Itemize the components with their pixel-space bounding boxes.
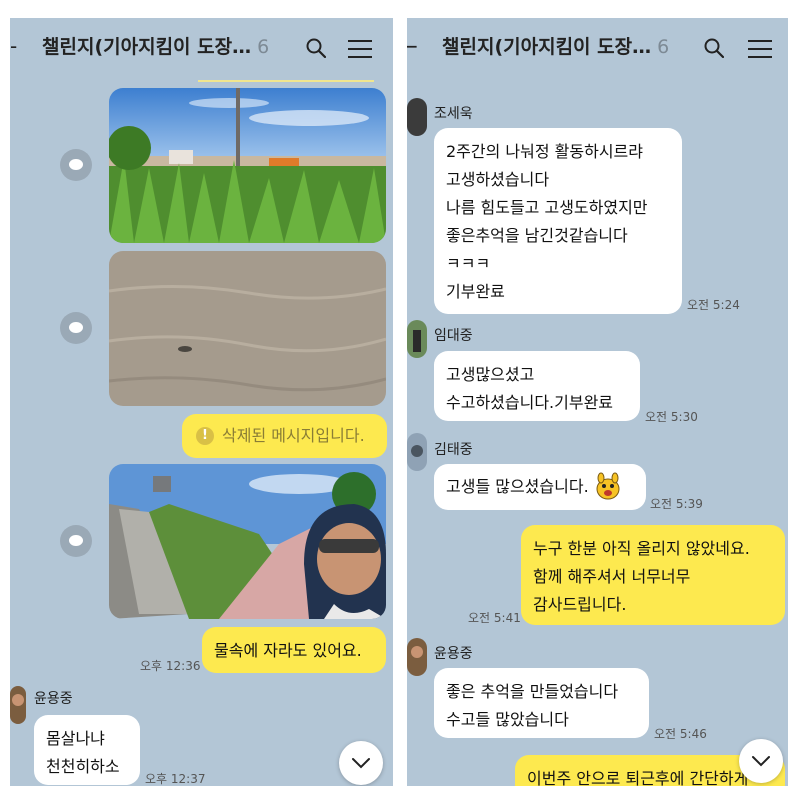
hamburger-menu-icon[interactable] xyxy=(748,40,772,58)
chat-window-right: ← 챌린지(기아지킴이 도장… 6 조세욱 2주간의 나눠정 활동하시르랴 고생하… xyxy=(407,18,788,786)
photo-field[interactable] xyxy=(109,88,386,243)
message-line: 몸살나냐 xyxy=(46,729,105,748)
message-line: 누구 한분 아직 올리지 않았네요. xyxy=(533,539,750,558)
water-photo-image xyxy=(109,251,386,406)
message-line: 함께 해주셔서 너무너무 xyxy=(533,567,691,586)
message-bubble[interactable]: 좋은 추억을 만들었습니다 수고들 많았습니다 xyxy=(434,668,649,738)
chat-window-left: ‐ 챌린지(기아지킴이 도장… 6 ! 삭제된 메시지입니다. 오후 12:36… xyxy=(10,18,393,786)
message-line: 수고하셨습니다.기부완료 xyxy=(446,393,614,412)
avatar[interactable] xyxy=(10,686,26,724)
member-count: 6 xyxy=(257,36,270,58)
notice-divider xyxy=(198,80,374,82)
chat-title-text: 챌린지(기아지킴이 도장… xyxy=(42,36,252,58)
photo-selfie[interactable] xyxy=(109,464,386,619)
message-line: 고생많으셨고 xyxy=(446,365,535,384)
chat-share-icon xyxy=(69,159,83,170)
my-message-bubble[interactable]: 누구 한분 아직 올리지 않았네요. 함께 해주셔서 너무너무 감사드립니다. xyxy=(521,525,785,625)
search-icon[interactable] xyxy=(306,38,326,58)
share-photo-button[interactable] xyxy=(60,312,92,344)
avatar[interactable] xyxy=(407,638,427,676)
message-line: 감사드립니다. xyxy=(533,595,627,614)
avatar[interactable] xyxy=(407,320,427,358)
sender-name: 조세욱 xyxy=(434,106,473,122)
arrow-left-icon[interactable]: ‐ xyxy=(10,36,17,56)
message-line: 수고들 많았습니다 xyxy=(446,710,569,729)
chat-share-icon xyxy=(69,535,83,546)
message-bubble[interactable]: 고생많으셨고 수고하셨습니다.기부완료 xyxy=(434,351,640,421)
member-count: 6 xyxy=(657,36,670,58)
my-message-text: 물속에 자라도 있어요. xyxy=(214,641,362,660)
scroll-to-bottom-button[interactable] xyxy=(339,741,383,785)
share-photo-button[interactable] xyxy=(60,149,92,181)
sender-name: 임대중 xyxy=(434,328,473,344)
field-photo-image xyxy=(109,88,386,243)
scroll-to-bottom-button[interactable] xyxy=(739,739,783,783)
selfie-photo-image xyxy=(109,464,386,619)
message-line: 기부완료 xyxy=(446,282,505,301)
message-line: 좋은 추억을 만들었습니다 xyxy=(446,682,619,701)
message-time: 오전 5:30 xyxy=(645,410,698,424)
avatar[interactable] xyxy=(407,433,427,471)
message-time: 오전 5:24 xyxy=(687,298,740,312)
message-line: ㅋㅋㅋ xyxy=(446,254,491,273)
message-line: 나름 힘도들고 고생도하였지만 xyxy=(446,198,648,217)
chat-share-icon xyxy=(69,322,83,333)
message-line: 천천히하소 xyxy=(46,757,120,776)
share-photo-button[interactable] xyxy=(60,525,92,557)
message-line: 고생하셨습니다 xyxy=(446,170,550,189)
message-bubble[interactable]: 고생들 많으셨습니다. xyxy=(434,464,646,510)
message-bubble[interactable]: 2주간의 나눠정 활동하시르랴 고생하셨습니다 나름 힘도들고 고생도하였지만 … xyxy=(434,128,682,314)
chat-title: 챌린지(기아지킴이 도장… 6 xyxy=(42,35,269,59)
message-time: 오전 5:39 xyxy=(650,497,703,511)
message-time: 오전 5:46 xyxy=(654,727,707,741)
message-line: 이번주 안으로 퇴근후에 간단하게 xyxy=(527,769,749,786)
sender-name: 윤용중 xyxy=(34,691,73,707)
message-time: 오후 12:37 xyxy=(145,772,206,786)
chat-header: ‐ 챌린지(기아지킴이 도장… 6 xyxy=(10,18,393,78)
arrow-left-icon[interactable]: ← xyxy=(407,36,418,56)
deleted-message-bubble[interactable]: ! 삭제된 메시지입니다. xyxy=(182,414,387,458)
avatar[interactable] xyxy=(407,98,427,136)
my-message-bubble[interactable]: 물속에 자라도 있어요. xyxy=(202,627,386,673)
message-line: 2주간의 나눠정 활동하시르랴 xyxy=(446,142,643,161)
deleted-message-text: 삭제된 메시지입니다. xyxy=(222,426,365,445)
sender-name: 윤용중 xyxy=(434,646,473,662)
message-time: 오후 12:36 xyxy=(140,659,201,673)
chat-title-text: 챌린지(기아지킴이 도장… xyxy=(442,36,652,58)
chevron-down-icon xyxy=(352,758,370,769)
sender-name: 김태중 xyxy=(434,442,473,458)
message-line: 좋은추억을 남긴것같습니다 xyxy=(446,226,628,245)
message-time: 오전 5:41 xyxy=(468,611,521,625)
message-bubble[interactable]: 몸살나냐 천천히하소 xyxy=(34,715,140,785)
message-line: 고생들 많으셨습니다. xyxy=(446,477,589,496)
warning-icon: ! xyxy=(196,427,214,445)
emoticon-icon xyxy=(596,472,620,500)
chat-header: ← 챌린지(기아지킴이 도장… 6 xyxy=(407,18,788,78)
photo-water[interactable] xyxy=(109,251,386,406)
search-icon[interactable] xyxy=(704,38,724,58)
hamburger-menu-icon[interactable] xyxy=(348,40,372,58)
chat-title: 챌린지(기아지킴이 도장… 6 xyxy=(442,35,669,59)
chevron-down-icon xyxy=(752,756,770,767)
